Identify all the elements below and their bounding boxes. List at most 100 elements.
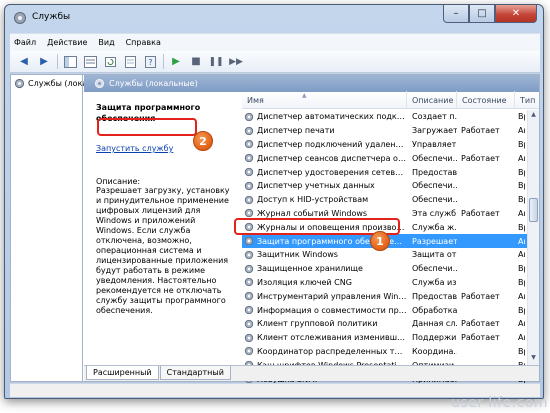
service-description: Предостав... [412, 167, 457, 177]
service-status: Работает [461, 208, 500, 218]
menu-file[interactable]: Файл [14, 38, 36, 47]
service-description: Обеспечи... [412, 195, 457, 205]
start-link-text: Запустить [96, 144, 140, 153]
pause-service-button[interactable]: ❚❚ [208, 54, 224, 70]
table-row[interactable]: Защитник Windows Защита от... Ав [242, 248, 527, 262]
services-app-icon [14, 12, 26, 24]
service-name-cell: Диспетчер подключений удаленного до... [242, 139, 407, 149]
tab-extended-label: Расширенный [93, 368, 152, 377]
refresh-button[interactable] [102, 54, 118, 70]
service-gear-icon [244, 209, 254, 218]
pane-header-title: Службы (локальные) [109, 79, 198, 88]
stop-service-button[interactable]: ■ [188, 54, 204, 70]
table-row[interactable]: Клиент групповой политики Данная сл... Раб… [242, 317, 527, 331]
service-status: Работает [461, 126, 500, 136]
service-name-cell: Журнал событий Windows [242, 208, 407, 218]
close-button[interactable]: ✕ [495, 5, 537, 23]
service-name-cell: Доступ к HID-устройствам [242, 195, 407, 205]
menu-action[interactable]: Действие [47, 38, 87, 47]
service-gear-icon [244, 140, 254, 149]
service-startup-type: Вр [518, 277, 525, 287]
minimize-icon: – [453, 8, 459, 19]
service-description: Создает п... [412, 112, 457, 122]
scroll-thumb[interactable] [529, 198, 538, 222]
console-tree-icon [63, 55, 77, 68]
service-name-cell: Диспетчер учетных данных [242, 181, 407, 191]
service-startup-type: Вр [518, 346, 525, 356]
maximize-button[interactable]: □ [469, 5, 495, 23]
maximize-icon: □ [477, 8, 487, 19]
column-description[interactable]: Описание [407, 91, 457, 108]
start-service-link[interactable]: Запустить службу [96, 144, 173, 153]
service-gear-icon [244, 112, 254, 122]
service-gear-icon [244, 250, 254, 260]
minimize-button[interactable]: – [443, 5, 469, 23]
column-description-label: Описание [412, 96, 454, 105]
scroll-up-icon[interactable]: ▲ [529, 111, 538, 121]
service-name: Доступ к HID-устройствам [257, 195, 369, 205]
service-startup-type: Вр [518, 139, 525, 149]
service-name: Защитник Windows [257, 250, 338, 260]
table-row[interactable]: Изоляция ключей CNG Служба из... Вр [242, 276, 527, 290]
start-service-button[interactable]: ▶ [168, 54, 184, 70]
help-icon: ? [144, 55, 156, 68]
watermark: user-life.com [451, 395, 548, 411]
table-row[interactable]: Доступ к HID-устройствам Обеспечи... Вр [242, 193, 527, 207]
service-name-cell: Клиент групповой политики [242, 319, 407, 329]
column-name[interactable]: Имя [242, 91, 407, 108]
tab-extended[interactable]: Расширенный [86, 366, 159, 380]
table-row[interactable]: Защищенное хранилище Обеспечи... Вр [242, 262, 527, 276]
back-arrow-icon: ◀ [20, 56, 28, 67]
table-row[interactable]: Диспетчер печати Загружает... Работает Ав [242, 124, 527, 138]
restart-icon: ▶▶ [229, 56, 243, 67]
table-row[interactable]: Информация о совместимости приложе... Обр… [242, 303, 527, 317]
table-row[interactable]: Диспетчер сеансов диспетчера окон ... Обе… [242, 151, 527, 165]
service-startup-type: Вр [518, 112, 525, 122]
column-startup-type[interactable]: Тип запуска [515, 91, 535, 108]
service-description: Эта служб... [412, 208, 457, 218]
service-gear-icon [244, 264, 254, 273]
service-description: Служба ж... [412, 222, 457, 232]
export-list-button[interactable] [122, 54, 138, 70]
service-gear-icon [244, 126, 254, 135]
title-bar[interactable]: Службы – □ ✕ [5, 5, 543, 31]
table-row[interactable]: Координатор распределенных транзакций Коо… [242, 345, 527, 359]
service-description: Служба из... [412, 277, 457, 287]
console-tree-button[interactable] [62, 54, 78, 70]
service-name: Изоляция ключей CNG [257, 277, 352, 287]
column-status-label: Состояние [462, 96, 507, 105]
table-row[interactable]: Диспетчер автоматических подключе... Созд… [242, 110, 527, 124]
service-startup-type: Вр [518, 195, 525, 205]
table-row[interactable]: Диспетчер удостоверения сетевых участ...… [242, 165, 527, 179]
vertical-scrollbar[interactable]: ▲ ▼ [527, 110, 539, 365]
console-view-button[interactable] [82, 54, 98, 70]
service-name-cell: Координатор распределенных транзакций [242, 346, 407, 356]
menu-view[interactable]: Вид [98, 38, 114, 47]
forward-arrow-icon: ▶ [40, 56, 48, 67]
service-name: Клиент отслеживания изменившихся св... [257, 333, 407, 343]
scroll-down-icon[interactable]: ▼ [529, 354, 538, 364]
tab-standard[interactable]: Стандартный [159, 366, 231, 380]
table-row[interactable]: Диспетчер подключений удаленного до... Уп… [242, 138, 527, 152]
service-startup-type: Ав [518, 126, 525, 136]
service-name: Диспетчер удостоверения сетевых участ... [257, 167, 407, 177]
window-title: Службы [32, 12, 71, 22]
service-gear-icon [244, 236, 254, 246]
service-startup-type: Вр [518, 305, 525, 315]
table-row[interactable]: Клиент отслеживания изменившихся св... По… [242, 331, 527, 345]
callout-badge-one: 1 [370, 231, 390, 251]
table-row[interactable]: Диспетчер учетных данных Обеспечи... Вр [242, 179, 527, 193]
service-name-cell: Клиент отслеживания изменившихся св... [242, 333, 407, 343]
forward-button[interactable]: ▶ [36, 54, 52, 70]
service-name: Диспетчер печати [257, 126, 335, 136]
column-status[interactable]: Состояние [457, 91, 515, 108]
service-description: Предостав... [412, 291, 457, 301]
menu-help[interactable]: Справка [126, 38, 161, 47]
callout-badge-two: 2 [193, 131, 213, 151]
restart-service-button[interactable]: ▶▶ [228, 54, 244, 70]
back-button[interactable]: ◀ [16, 54, 32, 70]
help-button[interactable]: ? [142, 54, 158, 70]
service-startup-type: Ав [518, 153, 525, 163]
service-name: Диспетчер учетных данных [257, 181, 375, 191]
table-row[interactable]: Инструментарий управления Windows Предост… [242, 289, 527, 303]
